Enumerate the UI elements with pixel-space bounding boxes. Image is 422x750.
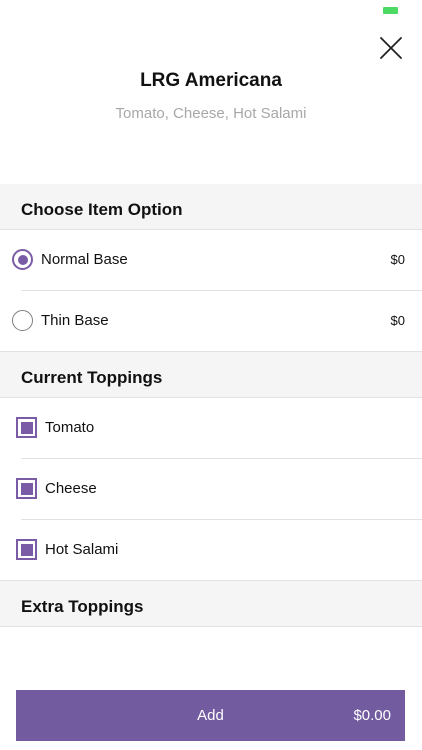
section-header-current-toppings: Current Toppings (0, 352, 422, 398)
radio-selected-icon[interactable] (12, 249, 33, 270)
checkbox-checked-icon[interactable] (16, 417, 37, 438)
add-to-order-button[interactable]: Add $0.00 (16, 690, 405, 741)
item-header: LRG Americana Tomato, Cheese, Hot Salami (0, 0, 422, 184)
checkbox-checked-icon[interactable] (16, 539, 37, 560)
close-icon (380, 37, 402, 59)
section-title: Current Toppings (21, 368, 163, 387)
topping-label: Cheese (45, 480, 97, 497)
topping-label: Tomato (45, 419, 95, 436)
order-total: $0.00 (353, 707, 391, 724)
item-description: Tomato, Cheese, Hot Salami (115, 105, 307, 122)
checkbox-checked-icon[interactable] (16, 478, 37, 499)
section-header-extra-toppings: Extra Toppings (0, 581, 422, 627)
section-title: Choose Item Option (21, 200, 183, 219)
section-title: Extra Toppings (21, 597, 144, 616)
option-row-normal-base[interactable]: Normal Base $0 (0, 230, 422, 291)
option-label: Normal Base (41, 251, 128, 268)
item-detail-screen: LRG Americana Tomato, Cheese, Hot Salami… (0, 0, 422, 750)
option-label: Thin Base (41, 312, 109, 329)
option-row-thin-base[interactable]: Thin Base $0 (0, 291, 422, 352)
topping-row-tomato[interactable]: Tomato (0, 398, 422, 459)
topping-label: Hot Salami (45, 541, 119, 558)
item-title: LRG Americana (140, 70, 282, 91)
topping-row-cheese[interactable]: Cheese (0, 459, 422, 520)
option-price: $0 (390, 252, 405, 267)
radio-unselected-icon[interactable] (12, 310, 33, 331)
option-price: $0 (390, 313, 405, 328)
section-header-item-option: Choose Item Option (0, 184, 422, 230)
topping-row-hot-salami[interactable]: Hot Salami (0, 520, 422, 581)
close-button[interactable] (377, 34, 405, 62)
add-button-label: Add (197, 707, 224, 724)
